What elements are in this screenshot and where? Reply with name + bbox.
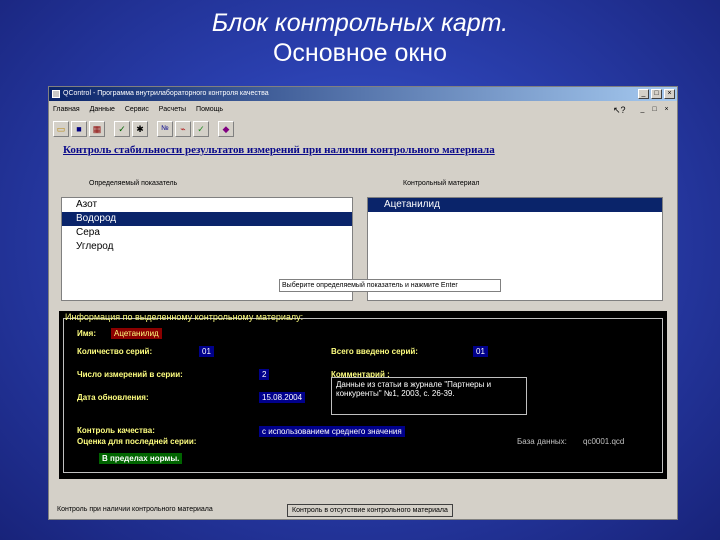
settings-icon[interactable]: ✱ <box>132 121 148 137</box>
menu-service[interactable]: Сервис <box>121 103 153 117</box>
slide-title-line2: Основное окно <box>272 39 448 67</box>
status-bar: Контроль при наличии контрольного матери… <box>51 504 675 518</box>
menu-calculations[interactable]: Расчеты <box>155 103 190 117</box>
total-series-label: Всего введено серий: <box>331 347 418 356</box>
measurements-value: 2 <box>259 369 270 380</box>
slide-title-line1: Блок контрольных карт. <box>211 9 509 37</box>
save-icon[interactable]: ■ <box>71 121 87 137</box>
mdi-minimize-button[interactable]: _ <box>638 106 647 114</box>
name-label: Имя: <box>77 329 96 338</box>
comment-field[interactable]: Данные из статьи в журнале "Партнеры и к… <box>331 377 527 415</box>
minimize-button[interactable]: _ <box>638 89 649 99</box>
series-count-label: Количество серий: <box>77 347 153 356</box>
chart-icon[interactable]: ⌁ <box>175 121 191 137</box>
toolbar: ▭ ■ ▦ ✓ ✱ № ⌁ ✓ ◆ <box>53 121 234 139</box>
update-date-label: Дата обновления: <box>77 393 149 402</box>
last-series-value: В пределах нормы. <box>99 453 183 464</box>
material-label: Контрольный материал <box>403 180 480 187</box>
list-item[interactable]: Азот <box>62 198 352 212</box>
app-window: QControl - Программа внутрилабораторного… <box>48 86 678 520</box>
list-item[interactable]: Углерод <box>62 240 352 254</box>
maximize-button[interactable]: □ <box>651 89 662 99</box>
hint-tooltip: Выберите определяемый показатель и нажми… <box>279 279 501 292</box>
menu-main[interactable]: Главная <box>49 103 84 117</box>
close-button[interactable]: × <box>664 89 675 99</box>
menu-data[interactable]: Данные <box>86 103 119 117</box>
title-bar[interactable]: QControl - Программа внутрилабораторного… <box>49 87 677 101</box>
indicator-label: Определяемый показатель <box>89 180 178 187</box>
list-item[interactable]: Сера <box>62 226 352 240</box>
mdi-close-button[interactable]: × <box>662 106 671 114</box>
chart-check-icon[interactable]: ✓ <box>193 121 209 137</box>
toolbar-separator <box>150 121 155 139</box>
quality-value: с использованием среднего значения <box>259 426 405 437</box>
quality-label: Контроль качества: <box>77 426 155 435</box>
measurements-label: Число измерений в серии: <box>77 370 183 379</box>
name-value: Ацетанилид <box>111 328 162 339</box>
list-item-selected[interactable]: Ацетанилид <box>368 198 662 212</box>
window-title: QControl - Программа внутрилабораторного… <box>63 90 269 97</box>
mdi-restore-button[interactable]: □ <box>650 106 659 114</box>
database-label: База данных: <box>517 437 567 446</box>
toolbar-separator <box>107 121 112 139</box>
tab-with-material[interactable]: Контроль при наличии контрольного матери… <box>53 504 217 517</box>
open-folder-icon[interactable]: ▭ <box>53 121 69 137</box>
info-title: Информация по выделенному контрольному м… <box>65 312 304 322</box>
last-series-label: Оценка для последней серии: <box>77 437 197 446</box>
check-icon[interactable]: ✓ <box>114 121 130 137</box>
total-series-value: 01 <box>473 346 488 357</box>
update-date-value: 15.08.2004 <box>259 392 306 403</box>
menu-help[interactable]: Помощь <box>192 103 227 117</box>
numbers-icon[interactable]: № <box>157 121 173 137</box>
toolbar-separator <box>211 121 216 139</box>
menu-bar: Главная Данные Сервис Расчеты Помощь ↖? … <box>49 103 677 117</box>
app-icon <box>52 90 60 98</box>
book-icon[interactable]: ◆ <box>218 121 234 137</box>
database-value: qc0001.qcd <box>583 437 625 446</box>
slide-title: Блок контрольных карт. Основное окно <box>0 8 720 68</box>
tab-without-material[interactable]: Контроль в отсутствие контрольного матер… <box>287 504 453 517</box>
main-heading: Контроль стабильности результатов измере… <box>63 144 495 156</box>
help-pointer-icon[interactable]: ↖? <box>613 104 626 116</box>
calculator-icon[interactable]: ▦ <box>89 121 105 137</box>
info-panel: Информация по выделенному контрольному м… <box>59 311 667 479</box>
list-item-selected[interactable]: Водород <box>62 212 352 226</box>
series-count-value: 01 <box>199 346 214 357</box>
